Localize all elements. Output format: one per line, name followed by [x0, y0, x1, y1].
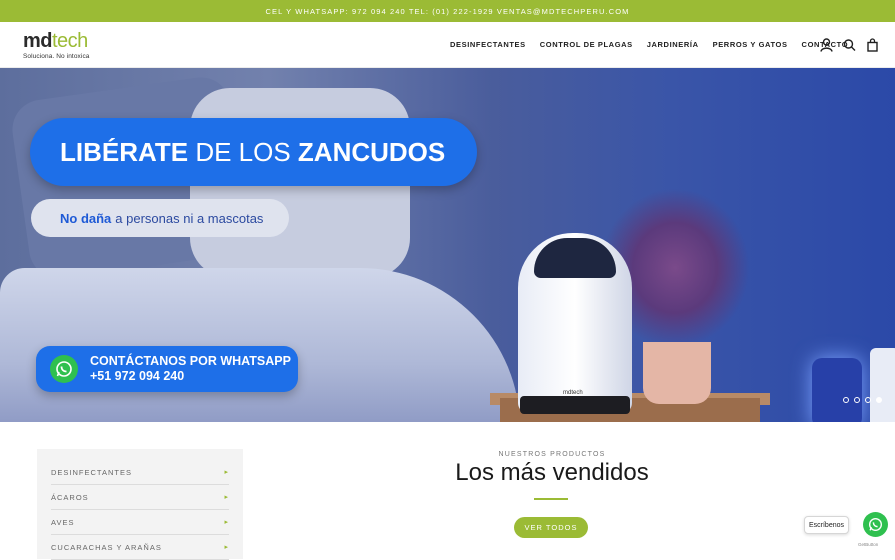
chat-tooltip[interactable]: Escríbenos [804, 516, 849, 534]
products-section-title: Los más vendidos [455, 459, 649, 486]
slider-dots [843, 397, 882, 403]
device-logo-text: mdtech [563, 390, 583, 396]
products-eyebrow: NUESTROS PRODUCTOS [498, 451, 606, 458]
sidebar-item-cucarachas-y-aranas[interactable]: CUCARACHAS Y ARAÑAS ▸ [51, 535, 229, 560]
hero-wall-outlet-image [870, 348, 895, 422]
whatsapp-cta-banner[interactable]: CONTÁCTANOS POR WHATSAPP +51 972 094 240 [36, 346, 298, 392]
whatsapp-icon [50, 355, 78, 383]
getbutton-credit[interactable]: GetButton [858, 542, 878, 547]
hero-subheadline: No daña a personas ni a mascotas [31, 199, 289, 237]
logo-md-text: md [23, 30, 53, 52]
slider-dot[interactable] [854, 397, 860, 403]
contact-info-text: CEL Y WHATSAPP: 972 094 240 TEL: (01) 22… [265, 6, 630, 16]
hero-slider[interactable]: mdtech LIBÉRATE DE LOS ZANCUDOS No daña a… [0, 68, 895, 422]
mosquito-trap-base [520, 396, 630, 414]
slider-dot[interactable] [865, 397, 871, 403]
nav-item-perros-y-gatos[interactable]: PERROS Y GATOS [713, 40, 788, 49]
nav-item-control-de-plagas[interactable]: CONTROL DE PLAGAS [540, 40, 633, 49]
chevron-right-icon: ▸ [224, 519, 229, 526]
whatsapp-icon [869, 518, 882, 531]
slider-dot-active[interactable] [876, 397, 882, 403]
hero-pot-image [643, 342, 711, 404]
site-header: mdtech Soluciona. No intoxica DESINFECTA… [0, 22, 895, 68]
view-all-button[interactable]: VER TODOS [514, 517, 588, 538]
headline-bold-2: ZANCUDOS [297, 136, 446, 167]
headline-bold-1: LIBÉRATE [60, 136, 189, 167]
sidebar-item-label: CUCARACHAS Y ARAÑAS [51, 542, 162, 552]
cta-line-1: CONTÁCTANOS POR WHATSAPP [90, 354, 291, 368]
hero-plug-device-image [812, 358, 862, 422]
cta-phone: +51 972 094 240 [90, 369, 185, 383]
hero-headline: LIBÉRATE DE LOS ZANCUDOS [30, 118, 477, 186]
chevron-right-icon: ▸ [224, 544, 229, 551]
top-announcement-bar: CEL Y WHATSAPP: 972 094 240 TEL: (01) 22… [0, 0, 895, 22]
logo-tech-text: tech [52, 30, 88, 52]
cart-icon[interactable] [866, 38, 879, 52]
chevron-right-icon: ▸ [224, 469, 229, 476]
title-divider [534, 498, 568, 500]
sidebar-item-desinfectantes[interactable]: DESINFECTANTES ▸ [51, 460, 229, 485]
hero-bed-image [0, 268, 520, 422]
category-sidebar: DESINFECTANTES ▸ ÁCAROS ▸ AVES ▸ CUCARAC… [37, 449, 243, 560]
sidebar-item-aves[interactable]: AVES ▸ [51, 510, 229, 535]
search-icon[interactable] [843, 38, 856, 52]
subheadline-bold: No daña [60, 210, 112, 226]
account-icon[interactable] [820, 38, 833, 52]
whatsapp-chat-button[interactable] [863, 512, 888, 537]
sidebar-item-label: AVES [51, 517, 75, 527]
slider-dot[interactable] [843, 397, 849, 403]
nav-item-desinfectantes[interactable]: DESINFECTANTES [450, 40, 526, 49]
nav-item-jardineria[interactable]: JARDINERÍA [647, 40, 699, 49]
site-logo[interactable]: mdtech Soluciona. No intoxica [23, 31, 103, 61]
logo-tagline: Soluciona. No intoxica [23, 53, 90, 60]
main-nav: DESINFECTANTES CONTROL DE PLAGAS JARDINE… [450, 40, 862, 49]
subheadline-rest: a personas ni a mascotas [115, 210, 264, 226]
header-icons [820, 38, 879, 52]
headline-light: DE LOS [195, 136, 291, 167]
sidebar-item-label: DESINFECTANTES [51, 467, 132, 477]
sidebar-item-acaros[interactable]: ÁCAROS ▸ [51, 485, 229, 510]
chevron-right-icon: ▸ [224, 494, 229, 501]
sidebar-item-label: ÁCAROS [51, 492, 89, 502]
